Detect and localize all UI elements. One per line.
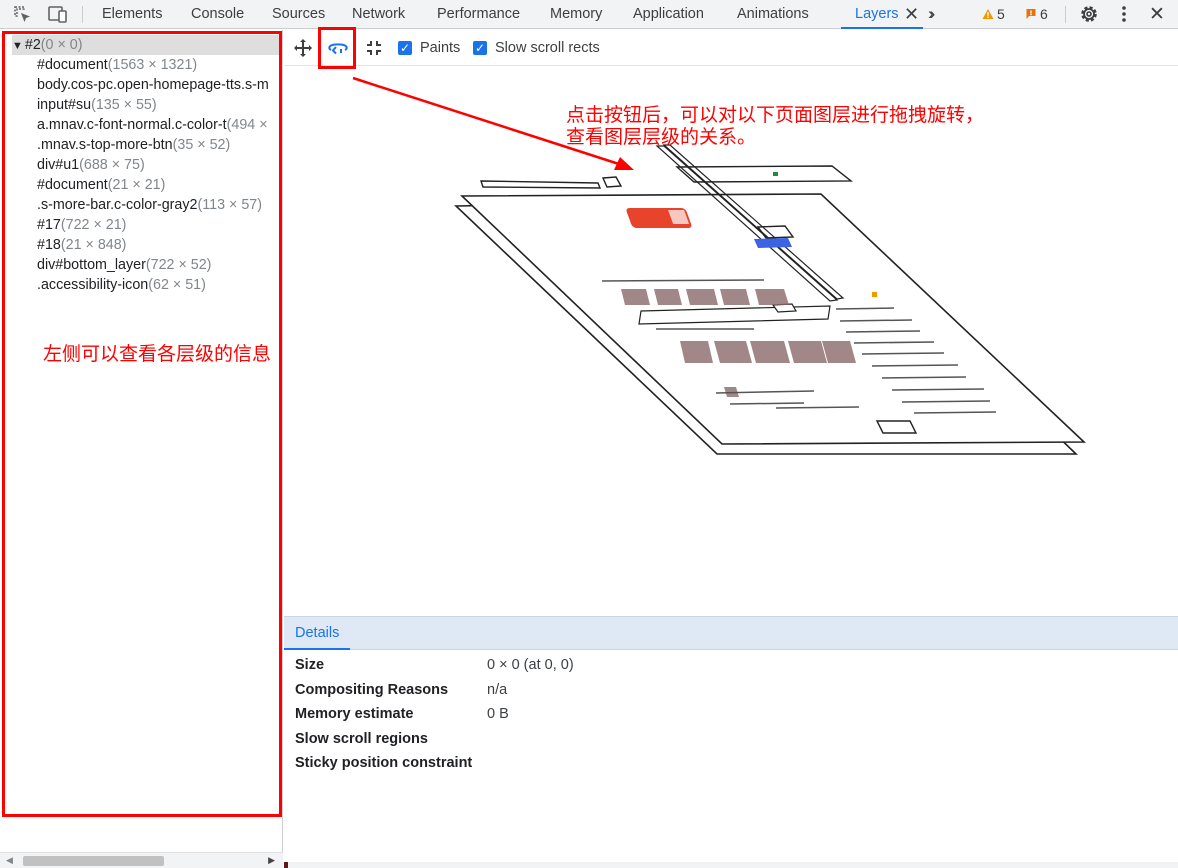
tab-separator <box>1065 6 1066 23</box>
reset-transform-icon[interactable] <box>363 37 385 59</box>
detail-value: n/a <box>487 682 508 698</box>
details-panel: Details Size 0 × 0 (at 0, 0) Compositing… <box>284 616 1178 868</box>
horizontal-scrollbar[interactable]: ◀ ▶ <box>0 852 283 868</box>
devtools-tab-bar: Elements Console Sources Network Perform… <box>0 0 1178 29</box>
details-tab-bar: Details <box>284 616 1178 650</box>
close-tab-icon[interactable]: ✕ <box>904 0 919 28</box>
inspect-element-icon[interactable] <box>10 3 34 25</box>
layer-plane-small <box>601 176 623 188</box>
page-content-logo <box>626 208 692 228</box>
layer-plane-result <box>771 303 798 313</box>
close-devtools-icon[interactable]: ✕ <box>1145 3 1169 25</box>
layer-plane-small <box>480 180 602 189</box>
kebab-menu-icon[interactable] <box>1112 3 1136 25</box>
device-toolbar-icon[interactable] <box>46 3 70 25</box>
tab-network[interactable]: Network <box>352 0 405 29</box>
issue-flag-icon <box>1026 9 1036 19</box>
scroll-right-arrow-icon[interactable]: ▶ <box>268 855 275 866</box>
slow-scroll-label: Slow scroll rects <box>495 40 600 56</box>
tab-details[interactable]: Details <box>284 617 351 650</box>
issues-count: 6 <box>1040 6 1048 22</box>
annotation-box-layer-tree <box>2 31 282 817</box>
tab-elements[interactable]: Elements <box>102 0 162 29</box>
checkmark-icon[interactable]: ✓ <box>473 41 487 55</box>
scroll-left-arrow-icon[interactable]: ◀ <box>6 855 13 866</box>
annotation-box-rotate-button <box>318 27 356 69</box>
tab-layers-label: Layers <box>855 6 899 22</box>
annotation-left-text: 左侧可以查看各层级的信息 <box>43 343 272 365</box>
layers-3d-viewport[interactable] <box>284 67 1178 616</box>
layer-plane-bottom <box>875 420 918 434</box>
detail-key: Sticky position constraint <box>295 755 473 771</box>
issues-badge[interactable]: 6 <box>1025 0 1048 29</box>
tab-application[interactable]: Application <box>633 0 704 29</box>
tab-memory[interactable]: Memory <box>550 0 602 29</box>
paints-label: Paints <box>420 40 461 56</box>
checkmark-icon[interactable]: ✓ <box>398 41 412 55</box>
tab-separator <box>82 6 83 23</box>
pan-mode-icon[interactable] <box>292 37 314 59</box>
tab-sources[interactable]: Sources <box>272 0 325 29</box>
slow-scroll-checkbox[interactable]: ✓ Slow scroll rects <box>473 39 600 57</box>
layer-3d-drawing[interactable] <box>284 67 1178 616</box>
warnings-count: 5 <box>997 6 1005 22</box>
tab-performance[interactable]: Performance <box>437 0 520 29</box>
detail-value: 0 B <box>487 706 509 722</box>
tab-console[interactable]: Console <box>191 0 244 29</box>
paints-checkbox[interactable]: ✓ Paints <box>398 39 460 57</box>
detail-key: Slow scroll regions <box>295 731 428 747</box>
warnings-badge[interactable]: 5 <box>982 0 1005 29</box>
layers-toolbar: ✓ Paints ✓ Slow scroll rects <box>284 30 1178 66</box>
settings-gear-icon[interactable] <box>1077 3 1101 25</box>
detail-key: Compositing Reasons <box>295 682 449 698</box>
window-bottom-edge <box>284 862 1178 868</box>
detail-value: 0 × 0 (at 0, 0) <box>487 657 574 673</box>
annotation-right-line2: 查看图层层级的关系。 <box>566 126 757 148</box>
page-content-search-button <box>754 238 792 248</box>
scrollbar-thumb[interactable] <box>23 856 164 866</box>
annotation-right-line1: 点击按钮后，可以对以下页面图层进行拖拽旋转， <box>566 104 985 126</box>
warning-icon <box>982 9 994 19</box>
detail-key: Memory estimate <box>295 706 414 722</box>
more-tabs-icon[interactable]: ›› <box>928 0 936 28</box>
tab-animations[interactable]: Animations <box>737 0 809 29</box>
detail-key: Size <box>295 657 325 673</box>
